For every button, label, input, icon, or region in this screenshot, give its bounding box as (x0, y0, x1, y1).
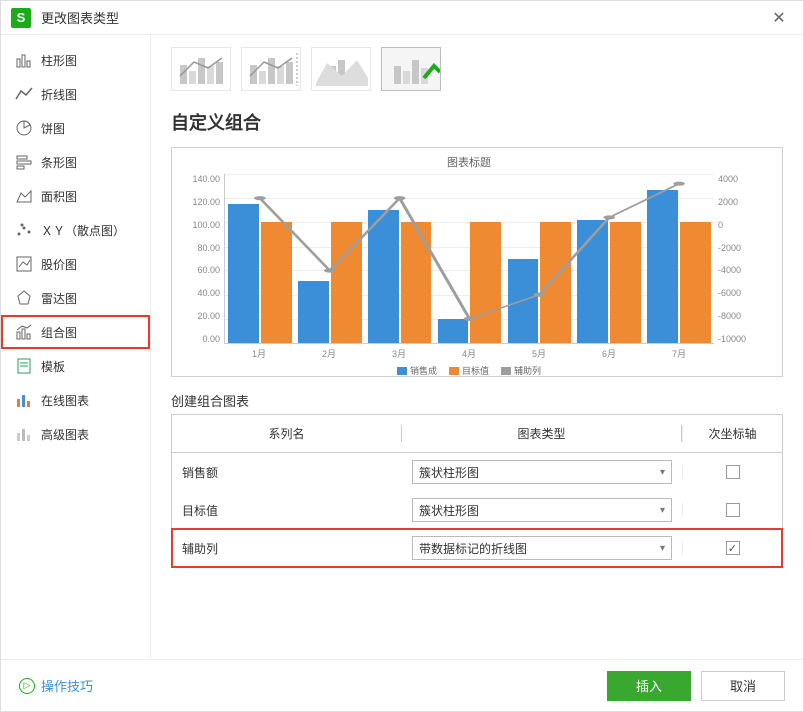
create-combo-label: 创建组合图表 (171, 391, 783, 410)
sidebar-item-line[interactable]: 折线图 (1, 77, 150, 111)
sidebar-item-label: 饼图 (41, 120, 65, 137)
series-row-target: 目标值 簇状柱形图 (172, 491, 782, 529)
template-icon (15, 357, 33, 375)
app-icon: S (11, 8, 31, 28)
sidebar-item-pie[interactable]: 饼图 (1, 111, 150, 145)
sidebar-item-radar[interactable]: 雷达图 (1, 281, 150, 315)
combo-subtype-custom[interactable] (381, 47, 441, 91)
sidebar-item-scatter[interactable]: ＸＹ（散点图） (1, 213, 150, 247)
sidebar-item-label: 面积图 (41, 188, 77, 205)
series-row-sales: 销售额 簇状柱形图 (172, 453, 782, 491)
sidebar-item-label: 模板 (41, 358, 65, 375)
y-axis-right: 400020000-2000-4000-6000-8000-10000 (714, 174, 752, 344)
chart-subtype-thumbs (171, 47, 783, 91)
series-name: 辅助列 (172, 540, 402, 557)
pie-chart-icon (15, 119, 33, 137)
sidebar-item-label: 柱形图 (41, 52, 77, 69)
scatter-chart-icon (15, 221, 33, 239)
sidebar-item-label: 组合图 (41, 324, 77, 341)
bar-chart-icon (15, 153, 33, 171)
column-chart-icon (15, 51, 33, 69)
secondary-axis-checkbox[interactable] (726, 503, 740, 517)
chart-type-sidebar: 柱形图 折线图 饼图 条形图 面积图 ＸＹ（散点图） (1, 35, 151, 659)
col-header-type: 图表类型 (402, 425, 682, 442)
radar-chart-icon (15, 289, 33, 307)
col-header-name: 系列名 (172, 425, 402, 442)
sidebar-item-label: ＸＹ（散点图） (41, 222, 125, 239)
sidebar-item-online[interactable]: 在线图表 (1, 383, 150, 417)
chart-preview: 图表标题 140.00120.00100.0080.0060.0040.0020… (171, 147, 783, 377)
sidebar-item-area[interactable]: 面积图 (1, 179, 150, 213)
chart-type-select[interactable]: 带数据标记的折线图 (412, 536, 672, 560)
sidebar-item-bar[interactable]: 条形图 (1, 145, 150, 179)
stock-chart-icon (15, 255, 33, 273)
series-row-aux: 辅助列 带数据标记的折线图 ✓ (172, 529, 782, 567)
insert-button[interactable]: 插入 (607, 671, 691, 701)
chart-legend: 销售成 目标值 辅助列 (186, 364, 752, 377)
chart-type-select[interactable]: 簇状柱形图 (412, 498, 672, 522)
sidebar-item-advanced[interactable]: 高级图表 (1, 417, 150, 451)
sidebar-item-label: 高级图表 (41, 426, 89, 443)
sidebar-item-label: 股价图 (41, 256, 77, 273)
chart-type-select[interactable]: 簇状柱形图 (412, 460, 672, 484)
cancel-button[interactable]: 取消 (701, 671, 785, 701)
dialog-title: 更改图表类型 (41, 8, 119, 27)
secondary-axis-checkbox[interactable] (726, 465, 740, 479)
sidebar-item-label: 条形图 (41, 154, 77, 171)
col-header-axis: 次坐标轴 (682, 425, 782, 442)
combo-subtype-2[interactable] (241, 47, 301, 91)
sidebar-item-stock[interactable]: 股价图 (1, 247, 150, 281)
series-name: 销售额 (172, 464, 402, 481)
section-title: 自定义组合 (171, 109, 783, 135)
help-link[interactable]: ▷ 操作技巧 (19, 676, 93, 695)
sidebar-item-column[interactable]: 柱形图 (1, 43, 150, 77)
combo-chart-icon (15, 323, 33, 341)
close-button[interactable]: ✕ (765, 4, 793, 32)
sidebar-item-label: 雷达图 (41, 290, 77, 307)
sidebar-item-label: 折线图 (41, 86, 77, 103)
combo-subtype-3[interactable] (311, 47, 371, 91)
area-chart-icon (15, 187, 33, 205)
secondary-axis-checkbox[interactable]: ✓ (726, 541, 740, 555)
help-icon: ▷ (19, 678, 35, 694)
online-chart-icon (15, 391, 33, 409)
line-chart-icon (15, 85, 33, 103)
series-name: 目标值 (172, 502, 402, 519)
chart-title: 图表标题 (186, 154, 752, 170)
x-axis: 1月2月3月4月5月6月7月 (224, 347, 714, 360)
series-table: 系列名 图表类型 次坐标轴 销售额 簇状柱形图 目标值 簇状柱形图 辅助列 带数… (171, 414, 783, 568)
advanced-chart-icon (15, 425, 33, 443)
y-axis-left: 140.00120.00100.0080.0060.0040.0020.000.… (186, 174, 224, 344)
sidebar-item-combo[interactable]: 组合图 (1, 315, 150, 349)
combo-subtype-1[interactable] (171, 47, 231, 91)
sidebar-item-label: 在线图表 (41, 392, 89, 409)
sidebar-item-template[interactable]: 模板 (1, 349, 150, 383)
